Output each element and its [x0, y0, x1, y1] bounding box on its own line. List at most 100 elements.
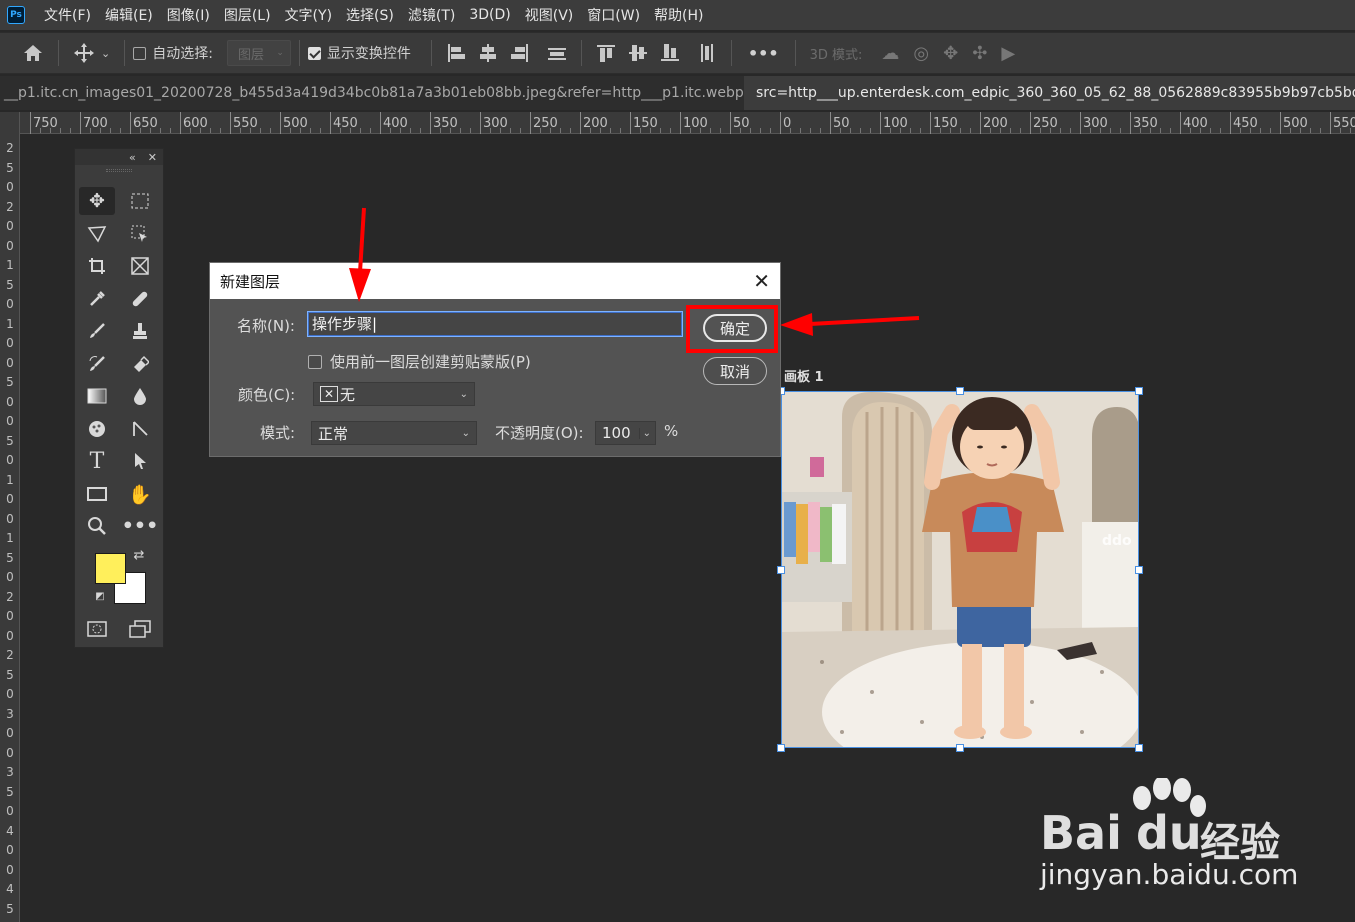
cancel-button[interactable]: 取消	[703, 357, 767, 385]
transform-handle-top-right[interactable]	[1135, 387, 1143, 395]
chevron-down-icon[interactable]: ⌄	[638, 427, 651, 439]
auto-select-checkbox[interactable]	[133, 46, 147, 60]
3d-camera-icon[interactable]: ▶	[1001, 43, 1015, 64]
ruler-minor-tick	[350, 128, 351, 133]
opacity-input[interactable]: 100 ⌄	[595, 421, 656, 445]
menu-3d[interactable]: 3D(D)	[462, 7, 517, 23]
align-horizontal-centers-icon[interactable]	[477, 42, 499, 64]
dodge-tool-icon[interactable]	[79, 415, 115, 443]
menu-window[interactable]: 窗口(W)	[580, 5, 647, 25]
ruler-minor-tick	[1270, 128, 1271, 133]
swap-colors-icon[interactable]: ⇄	[129, 545, 149, 565]
align-vertical-centers-icon[interactable]	[627, 42, 649, 64]
transform-handle-right[interactable]	[1135, 566, 1143, 574]
more-tools-icon[interactable]: •••	[122, 512, 158, 540]
align-right-edges-icon[interactable]	[509, 42, 531, 64]
eyedropper-tool-icon[interactable]	[79, 285, 115, 313]
direct-selection-tool-icon[interactable]	[122, 447, 158, 475]
3d-orbit-icon[interactable]: ☁	[881, 43, 899, 64]
align-top-edges-icon[interactable]	[595, 42, 617, 64]
transform-handle-bottom-right[interactable]	[1135, 744, 1143, 752]
lasso-tool-icon[interactable]	[79, 220, 115, 248]
ruler-tick-label: 550	[230, 112, 258, 134]
menu-image[interactable]: 图像(I)	[160, 5, 217, 25]
path-selection-tool-icon[interactable]	[122, 415, 158, 443]
home-icon[interactable]	[22, 43, 44, 63]
dialog-title-bar[interactable]: 新建图层 ✕	[210, 263, 780, 299]
show-transform-checkbox[interactable]	[307, 46, 321, 60]
ruler-minor-tick	[140, 128, 141, 133]
ruler-minor-tick	[870, 128, 871, 133]
layer-name-input[interactable]: 操作步骤|	[307, 311, 683, 337]
menu-filter[interactable]: 滤镜(T)	[401, 5, 462, 25]
transform-handle-bottom-left[interactable]	[777, 744, 785, 752]
menu-type[interactable]: 文字(Y)	[278, 5, 339, 25]
ruler-minor-tick	[410, 128, 411, 133]
align-left-edges-icon[interactable]	[445, 42, 467, 64]
default-colors-icon[interactable]: ◩	[93, 589, 107, 603]
panel-grip[interactable]	[75, 165, 163, 175]
screen-mode-icon[interactable]	[122, 615, 158, 643]
document-tab-2[interactable]: src=http___up.enterdesk.com_edpic_360_36…	[744, 76, 1355, 110]
3d-roll-icon[interactable]: ◎	[913, 43, 929, 64]
close-icon[interactable]: ✕	[753, 271, 770, 291]
eraser-tool-icon[interactable]	[122, 350, 158, 378]
more-options-icon[interactable]: •••	[748, 44, 779, 63]
clipping-mask-checkbox[interactable]	[308, 355, 322, 369]
artboard-canvas[interactable]: ddo	[781, 391, 1139, 748]
vertical-ruler[interactable]: 2 5 0 2 0 0 1 5 0 1 0 0 5 0 0 5 0 1 0 0 1 5 0 2 0 0 2 5 0 3 0 0 3 5 0 4 0 0 4 5…	[0, 112, 20, 922]
transform-handle-left[interactable]	[777, 566, 785, 574]
zoom-tool-icon[interactable]	[79, 512, 115, 540]
ruler-minor-tick	[850, 128, 851, 133]
ruler-minor-tick	[460, 128, 461, 133]
rectangle-tool-icon[interactable]	[79, 480, 115, 508]
clone-stamp-tool-icon[interactable]	[122, 317, 158, 345]
distribute-horizontal-icon[interactable]	[696, 42, 718, 64]
move-tool-icon[interactable]	[73, 42, 95, 64]
blur-tool-icon[interactable]	[122, 382, 158, 410]
close-panel-icon[interactable]: ✕	[148, 151, 157, 164]
3d-slide-icon[interactable]: ✣	[972, 43, 987, 64]
menu-edit[interactable]: 编辑(E)	[98, 5, 160, 25]
menu-view[interactable]: 视图(V)	[518, 5, 581, 25]
transform-handle-top[interactable]	[956, 387, 964, 395]
crop-tool-icon[interactable]	[79, 252, 115, 280]
3d-mode-label: 3D 模式:	[809, 47, 863, 63]
tab-label: __p1.itc.cn_images01_20200728_b455d3a419…	[4, 85, 770, 101]
brush-tool-icon[interactable]	[79, 317, 115, 345]
horizontal-ruler[interactable]: 750 700 650 600 550 500 450 400 350 300 250 200 150 1…	[20, 112, 1355, 134]
healing-brush-tool-icon[interactable]	[122, 285, 158, 313]
document-tab-1[interactable]: __p1.itc.cn_images01_20200728_b455d3a419…	[0, 76, 792, 110]
type-tool-icon[interactable]: T	[79, 447, 115, 475]
collapse-panel-icon[interactable]: «	[129, 151, 136, 164]
rectangular-marquee-tool-icon[interactable]	[122, 187, 158, 215]
3d-pan-icon[interactable]: ✥	[943, 43, 958, 64]
menu-select[interactable]: 选择(S)	[339, 5, 401, 25]
chevron-down-icon[interactable]: ⌄	[101, 47, 110, 60]
gradient-tool-icon[interactable]	[79, 382, 115, 410]
hand-tool-icon[interactable]: ✋	[122, 480, 158, 508]
blend-mode-select[interactable]: 正常 ⌄	[311, 421, 477, 445]
transform-handle-bottom[interactable]	[956, 744, 964, 752]
ruler-tick-label: 2	[6, 141, 14, 155]
ruler-tick-label: 400	[380, 112, 408, 134]
quick-mask-icon[interactable]	[79, 615, 115, 643]
align-bottom-edges-icon[interactable]	[659, 42, 681, 64]
ruler-minor-tick	[750, 128, 751, 133]
menu-file[interactable]: 文件(F)	[37, 5, 98, 25]
ruler-minor-tick	[800, 128, 801, 133]
separator	[430, 40, 432, 66]
foreground-color-swatch[interactable]	[95, 553, 126, 584]
move-tool-icon[interactable]: ✥	[79, 187, 115, 215]
frame-tool-icon[interactable]	[122, 252, 158, 280]
menu-layer[interactable]: 图层(L)	[217, 5, 278, 25]
color-select[interactable]: ✕ 无 ⌄	[313, 382, 475, 406]
artboard-label[interactable]: 画板 1	[784, 366, 824, 385]
ruler-minor-tick	[420, 128, 421, 133]
auto-select-target-dropdown[interactable]: 图层 ⌄	[226, 40, 291, 66]
distribute-vertical-icon[interactable]	[546, 42, 568, 64]
history-brush-tool-icon[interactable]	[79, 350, 115, 378]
object-selection-tool-icon[interactable]	[122, 220, 158, 248]
photoshop-logo-icon[interactable]: Ps	[7, 6, 25, 24]
menu-help[interactable]: 帮助(H)	[647, 5, 710, 25]
